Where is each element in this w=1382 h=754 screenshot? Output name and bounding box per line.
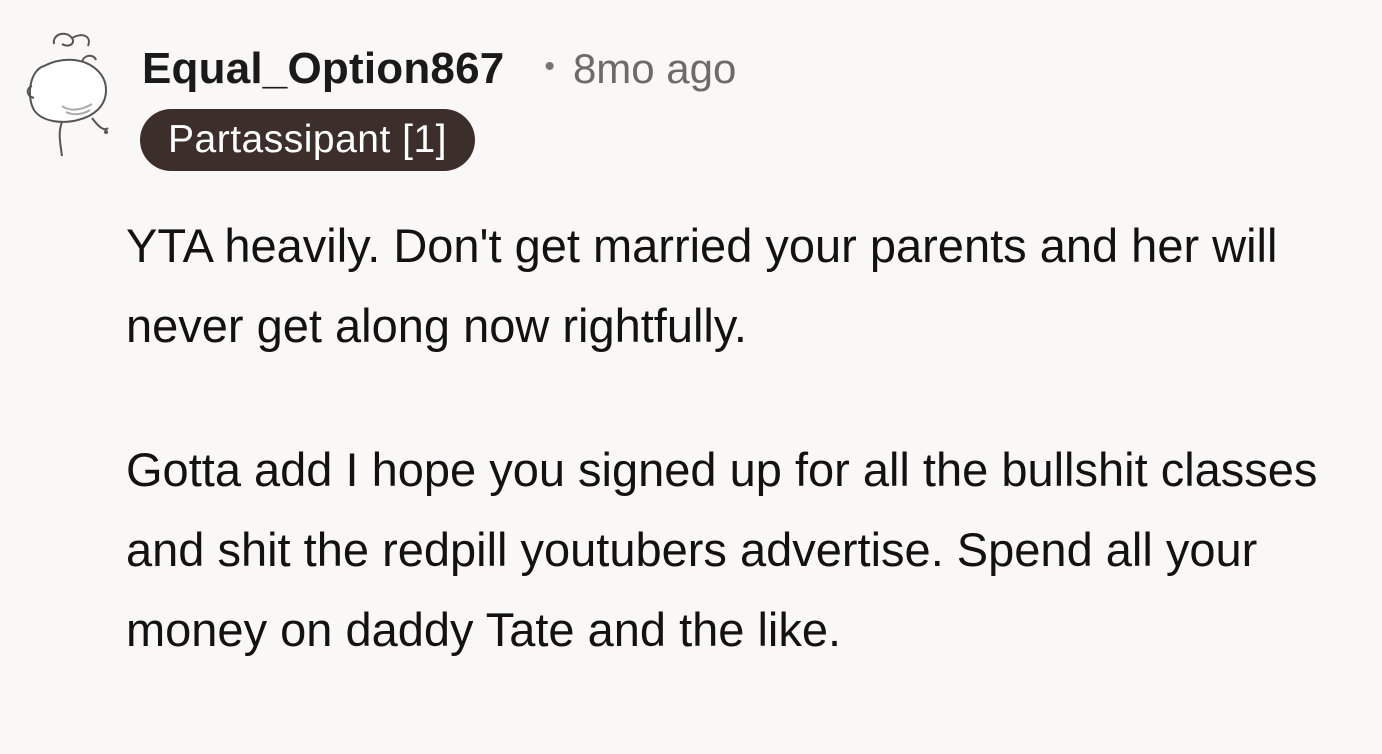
comment-body: YTA heavily. Don't get married your pare… (126, 206, 1366, 670)
comment-paragraph: Gotta add I hope you signed up for all t… (126, 443, 1318, 656)
comment-meta: Equal_Option867 • 8mo ago (142, 40, 736, 98)
timestamp[interactable]: 8mo ago (573, 45, 736, 93)
comment-paragraph: YTA heavily. Don't get married your pare… (126, 219, 1278, 352)
meta-separator: • (544, 50, 555, 83)
username-link[interactable]: Equal_Option867 (142, 44, 504, 94)
user-avatar-icon[interactable] (22, 26, 114, 157)
user-flair-badge: Partassipant [1] (140, 109, 475, 171)
reddit-snoo-avatar-icon (26, 32, 109, 157)
comment: Equal_Option867 • 8mo ago Partassipant [… (0, 0, 1382, 754)
